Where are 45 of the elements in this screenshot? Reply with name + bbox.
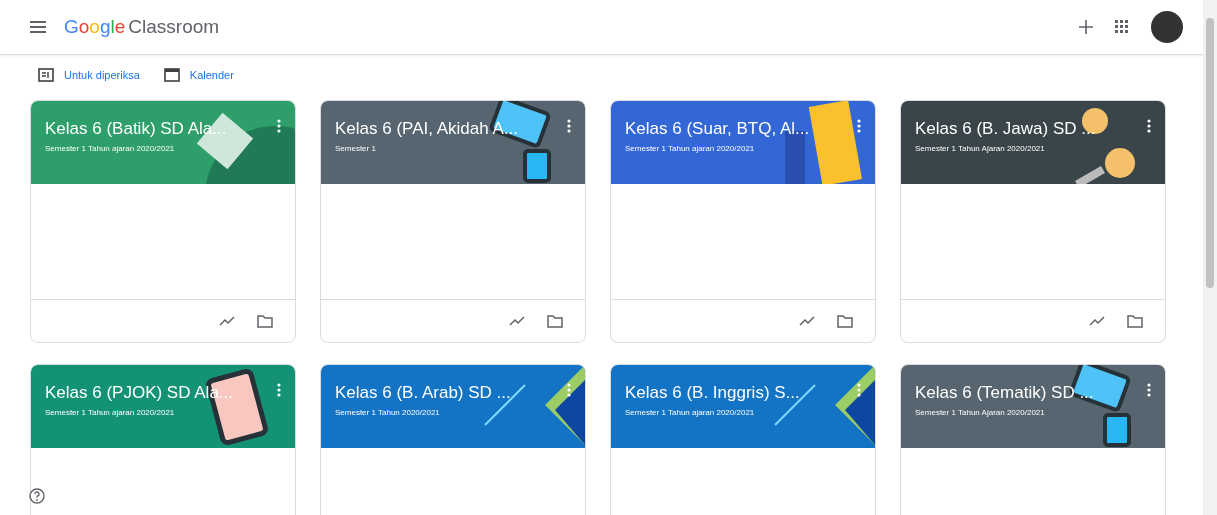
class-title[interactable]: Kelas 6 (B. Arab) SD ... [335, 383, 511, 403]
folder-icon[interactable] [257, 314, 273, 328]
class-card[interactable]: Kelas 6 (Tematik) SD ... Semester 1 Tahun Ajaran 2020/2021 [900, 364, 1166, 515]
folder-icon[interactable] [547, 314, 563, 328]
scrollbar[interactable] [1203, 0, 1217, 515]
more-options-icon[interactable] [277, 119, 281, 133]
menu-icon[interactable] [30, 21, 46, 33]
apps-grid-icon[interactable] [1115, 20, 1129, 34]
more-options-icon[interactable] [567, 119, 571, 133]
class-subtitle: Semester 1 Tahun ajaran 2020/2021 [625, 408, 755, 417]
class-card[interactable]: Kelas 6 (PJOK) SD Ala... Semester 1 Tahun ajaran 2020/2021 [30, 364, 296, 515]
trending-icon[interactable] [509, 316, 525, 326]
trending-icon[interactable] [1089, 316, 1105, 326]
calendar-icon[interactable] [163, 67, 180, 82]
class-card[interactable]: Kelas 6 (B. Jawa) SD ... Semester 1 Tahun Ajaran 2020/2021 [900, 100, 1166, 343]
class-card[interactable]: Kelas 6 (Suar, BTQ, Al... Semester 1 Tahun ajaran 2020/2021 [610, 100, 876, 343]
add-icon[interactable] [1079, 20, 1093, 34]
more-options-icon[interactable] [1147, 383, 1151, 397]
class-subtitle: Semester 1 Tahun ajaran 2020/2021 [625, 144, 755, 153]
class-subtitle: Semester 1 Tahun ajaran 2020/2021 [45, 144, 175, 153]
class-title[interactable]: Kelas 6 (Tematik) SD ... [915, 383, 1094, 403]
class-title[interactable]: Kelas 6 (B. Jawa) SD ... [915, 119, 1096, 139]
class-title[interactable]: Kelas 6 (B. Inggris) S... [625, 383, 800, 403]
assignment-icon[interactable] [38, 67, 54, 82]
class-title[interactable]: Kelas 6 (Suar, BTQ, Al... [625, 119, 810, 139]
class-subtitle: Semester 1 Tahun 2020/2021 [335, 408, 440, 417]
review-link[interactable]: Untuk diperiksa [38, 67, 140, 82]
class-subtitle: Semester 1 Tahun ajaran 2020/2021 [45, 408, 175, 417]
folder-icon[interactable] [1127, 314, 1143, 328]
folder-icon[interactable] [837, 314, 853, 328]
class-subtitle: Semester 1 [335, 144, 376, 153]
account-avatar[interactable] [1151, 11, 1183, 43]
class-subtitle: Semester 1 Tahun Ajaran 2020/2021 [915, 144, 1045, 153]
trending-icon[interactable] [799, 316, 815, 326]
help-icon[interactable] [29, 488, 45, 504]
trending-icon[interactable] [219, 316, 235, 326]
google-logo[interactable]: Google [64, 16, 126, 38]
product-name: Classroom [128, 16, 220, 38]
class-card[interactable]: Kelas 6 (B. Inggris) S... Semester 1 Tahun ajaran 2020/2021 [610, 364, 876, 515]
class-title[interactable]: Kelas 6 (PJOK) SD Ala... [45, 383, 233, 403]
class-card[interactable]: Kelas 6 (B. Arab) SD ... Semester 1 Tahun 2020/2021 [320, 364, 586, 515]
more-options-icon[interactable] [857, 119, 861, 133]
more-options-icon[interactable] [1147, 119, 1151, 133]
calendar-link[interactable]: Kalender [163, 67, 234, 82]
class-subtitle: Semester 1 Tahun Ajaran 2020/2021 [915, 408, 1045, 417]
